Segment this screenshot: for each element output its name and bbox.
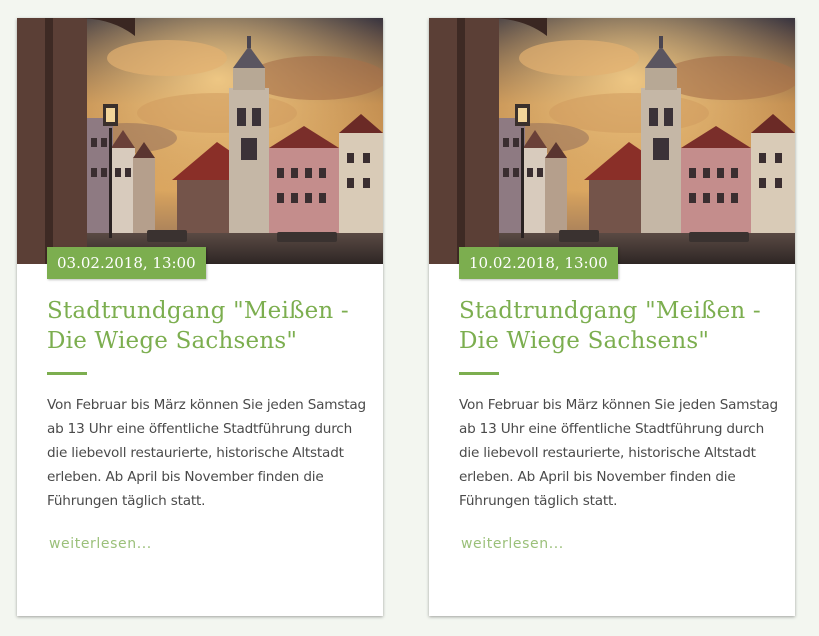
meissen-marketplace-photo <box>17 18 383 264</box>
meissen-marketplace-photo <box>429 18 795 264</box>
event-card: 10.02.2018, 13:00 Stadtrundgang "Meißen … <box>429 18 795 616</box>
event-date-badge: 10.02.2018, 13:00 <box>459 247 618 279</box>
event-excerpt: Von Februar bis März können Sie jeden Sa… <box>459 397 778 509</box>
event-excerpt: Von Februar bis März können Sie jeden Sa… <box>47 397 366 509</box>
event-title[interactable]: Stadtrundgang "Meißen - Die Wiege Sachse… <box>459 296 779 356</box>
event-photo[interactable] <box>429 18 795 264</box>
event-title[interactable]: Stadtrundgang "Meißen - Die Wiege Sachse… <box>47 296 367 356</box>
event-card: 03.02.2018, 13:00 Stadtrundgang "Meißen … <box>17 18 383 616</box>
event-date-badge: 03.02.2018, 13:00 <box>47 247 206 279</box>
read-more-link[interactable]: weiterlesen... <box>461 536 564 552</box>
events-grid: 03.02.2018, 13:00 Stadtrundgang "Meißen … <box>0 0 819 636</box>
title-divider <box>459 372 499 375</box>
title-divider <box>47 372 87 375</box>
read-more-link[interactable]: weiterlesen... <box>49 536 152 552</box>
event-photo[interactable] <box>17 18 383 264</box>
